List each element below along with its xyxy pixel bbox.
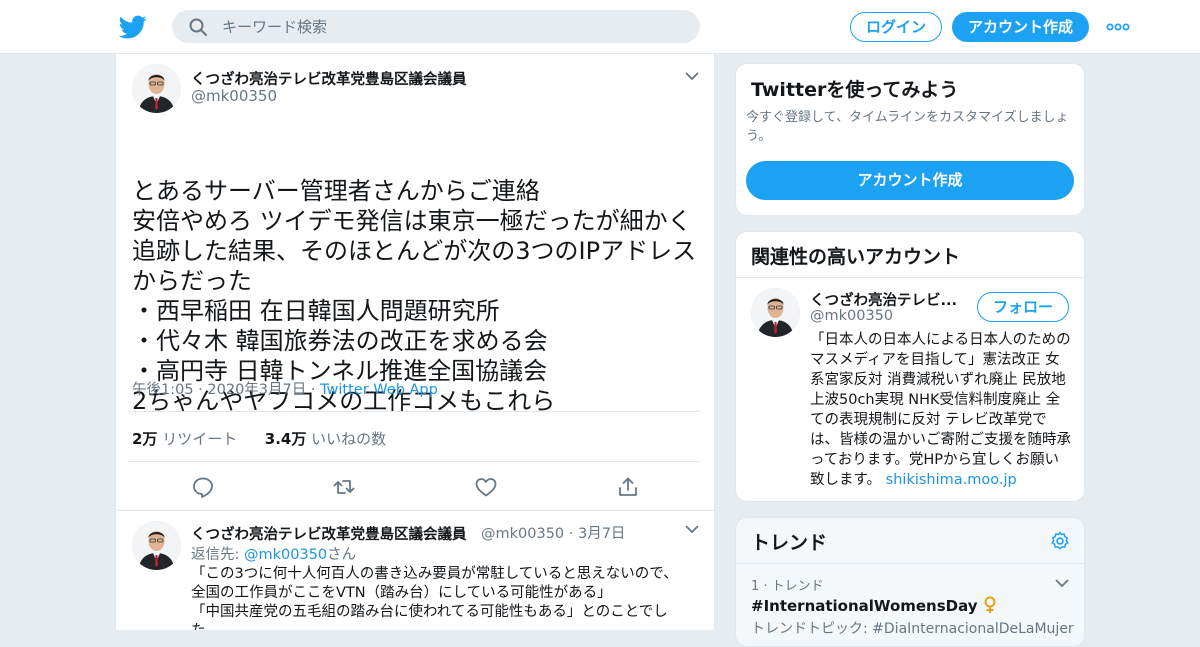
divider — [116, 510, 714, 511]
tweet-column: くつざわ亮治テレビ改革党豊島区議会議員 @mk00350 とあるサーバー管理者さ… — [115, 54, 715, 630]
trends-card-title: トレンド — [751, 532, 828, 554]
trends-card: トレンド 1 · トレンド #InternationalWomensDay トレ… — [735, 517, 1085, 647]
divider — [736, 277, 1084, 278]
follow-button[interactable]: フォロー — [977, 292, 1069, 322]
divider — [736, 563, 1084, 564]
author-handle[interactable]: @mk00350 — [191, 87, 277, 105]
related-accounts-card: 関連性の高いアカウント くつざわ亮治テレビ... @mk00350 フォロー 「… — [735, 231, 1085, 502]
tweet-line: ・西早稲田 在日韓国人問題研究所 — [132, 297, 500, 325]
reply-line: た — [191, 622, 696, 630]
reply-author-avatar[interactable] — [132, 521, 181, 570]
reply-icon[interactable] — [191, 475, 215, 499]
person-photo-icon — [132, 521, 181, 570]
related-card-title: 関連性の高いアカウント — [751, 246, 961, 268]
chevron-down-icon[interactable] — [684, 71, 700, 81]
tweet-line: 追跡した結果、そのほとんどが次の3つのIPアドレス — [132, 237, 697, 265]
reply-line: 「中国共産党の五毛組の踏み台に使われてる可能性もある」とのことでし — [191, 604, 668, 620]
reply-line: 全国の工作員がここをVTN（踏み台）にしている可能性がある」 — [191, 585, 612, 601]
signup-card: Twitterを使ってみよう 今すぐ登録して、タイムラインをカスタマイズしましょ… — [735, 63, 1085, 216]
related-account-handle[interactable]: @mk00350 — [810, 308, 893, 324]
chevron-down-icon[interactable] — [1054, 578, 1070, 588]
search-box[interactable] — [172, 10, 700, 43]
reply-author-name[interactable]: くつざわ亮治テレビ改革党豊島区議会議員 — [191, 523, 467, 544]
tweet-line: からだった — [132, 267, 252, 295]
like-heart-icon[interactable] — [474, 475, 498, 499]
signup-button[interactable]: アカウント作成 — [952, 12, 1089, 42]
search-input[interactable] — [222, 10, 682, 43]
trend-item[interactable]: #InternationalWomensDay — [751, 596, 997, 615]
settings-gear-icon[interactable] — [1049, 530, 1071, 552]
signup-card-button[interactable]: アカウント作成 — [746, 161, 1074, 200]
retweet-icon[interactable] — [332, 475, 356, 499]
person-photo-icon — [751, 288, 800, 337]
retweet-stat[interactable]: 2万 リツイート — [132, 430, 237, 448]
reply-author-handle-date[interactable]: @mk00350 · 3月7日 — [481, 522, 625, 543]
tweet-line: とあるサーバー管理者さんからご連絡 — [132, 177, 540, 205]
tweet-line: 安倍やめろ ツイデモ発信は東京一極だったが細かく — [132, 207, 692, 235]
login-button[interactable]: ログイン — [850, 12, 942, 42]
divider — [129, 461, 700, 462]
divider — [129, 411, 700, 412]
tweet-meta: 午後1:05 · 2020年3月7日 · Twitter Web App — [132, 378, 438, 399]
person-photo-icon — [132, 64, 181, 113]
venus-symbol-icon — [984, 596, 996, 613]
replying-to-link[interactable]: @mk00350 — [244, 547, 327, 563]
share-icon[interactable] — [616, 475, 640, 499]
trend-rank: 1 · トレンド — [751, 579, 824, 594]
search-icon — [189, 18, 207, 36]
related-account-bio: 「日本人の日本人による日本人のためのマスメディアを目指して」憲法改正 女系宮家反… — [810, 332, 1071, 488]
signup-card-title: Twitterを使ってみよう — [751, 79, 959, 101]
author-name[interactable]: くつざわ亮治テレビ改革党豊島区議会議員 — [191, 68, 467, 89]
reply-text: 「この3つに何十人何百人の書き込み要員が常駐していると思えないので、 全国の工作… — [191, 565, 696, 630]
tweet-timestamp[interactable]: 午後1:05 · 2020年3月7日 · — [132, 382, 315, 398]
replying-to: 返信先: @mk00350さん — [191, 547, 357, 563]
author-avatar[interactable] — [132, 64, 181, 113]
top-navigation-bar: ログイン アカウント作成 — [0, 0, 1200, 54]
trend-topic[interactable]: トレンドトピック: #DiaInternacionalDeLaMujer — [751, 618, 1074, 638]
tweet-source-link[interactable]: Twitter Web App — [320, 382, 438, 398]
like-stat[interactable]: 3.4万 いいねの数 — [265, 430, 386, 448]
related-account-avatar[interactable] — [751, 288, 800, 337]
reply-line: 「この3つに何十人何百人の書き込み要員が常駐していると思えないので、 — [191, 566, 678, 582]
tweet-stats: 2万 リツイート 3.4万 いいねの数 — [132, 428, 386, 449]
tweet-line: ・代々木 韓国旅券法の改正を求める会 — [132, 327, 548, 355]
related-account-name[interactable]: くつざわ亮治テレビ... — [810, 289, 957, 310]
chevron-down-icon[interactable] — [684, 524, 700, 534]
more-options-icon[interactable] — [1106, 18, 1130, 36]
signup-card-description: 今すぐ登録して、タイムラインをカスタマイズしましょう。 — [746, 110, 1069, 144]
twitter-bird-icon[interactable] — [119, 13, 147, 41]
bio-link[interactable]: shikishima.moo.jp — [886, 472, 1017, 488]
